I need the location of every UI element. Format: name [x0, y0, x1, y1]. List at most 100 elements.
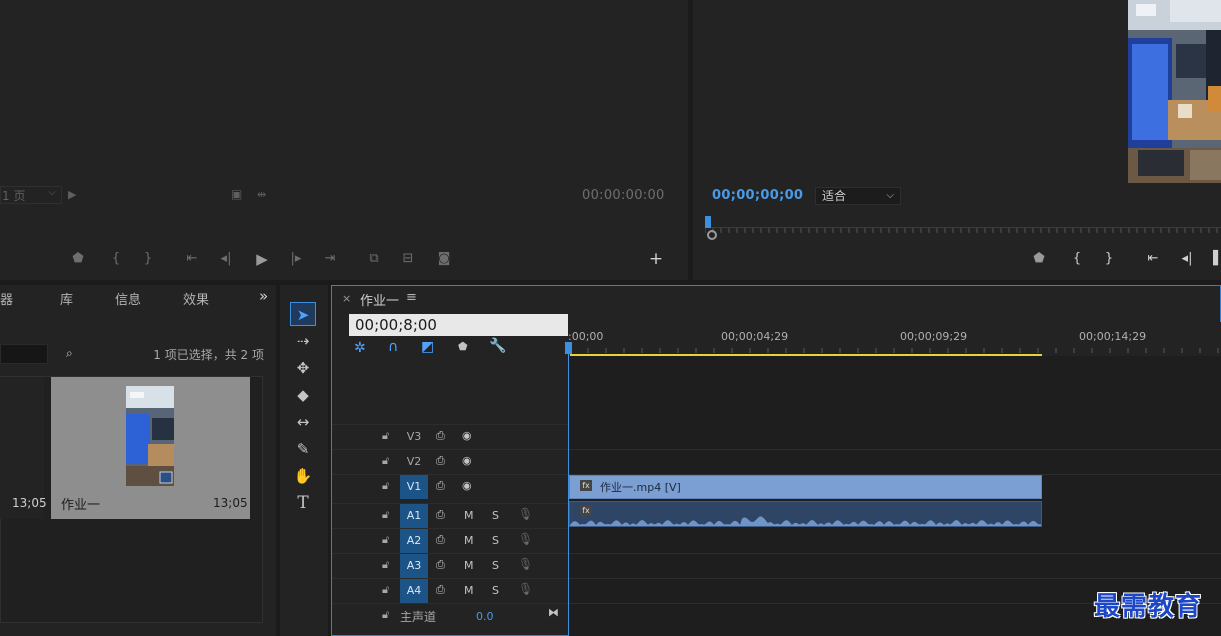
go-to-edit-point-icon[interactable]: ⧓ [548, 606, 559, 619]
mark-in-icon[interactable]: { [106, 250, 126, 268]
add-marker-icon[interactable]: ⬟ [458, 340, 468, 353]
track-header-v1: 🔓︎ V1 ⎙ ◉ [332, 474, 568, 499]
lock-icon[interactable]: 🔓︎ [382, 429, 389, 443]
mic-icon[interactable]: 🎙︎ [518, 532, 533, 546]
pen-tool-icon[interactable]: ✎ [290, 437, 316, 461]
mark-out-icon[interactable]: } [1099, 250, 1119, 268]
program-timecode[interactable]: 00;00;00;00 [712, 188, 803, 203]
zoom-scrollbar-handle[interactable] [707, 230, 717, 240]
solo-button[interactable]: S [492, 559, 499, 572]
zoom-fit-select[interactable]: 适合 ⌵ [815, 187, 901, 205]
export-frame-small-icon[interactable]: ▣ [231, 187, 242, 201]
lock-icon[interactable]: 🔓︎ [382, 454, 389, 468]
project-item[interactable]: 13;05 [0, 377, 47, 519]
step-back-icon[interactable]: ◂| [216, 250, 236, 268]
project-item-selected[interactable]: 作业一 13;05 [51, 377, 250, 519]
insert-icon[interactable]: ⧉ [364, 250, 384, 268]
selection-info: 1 项已选择，共 2 项 [153, 348, 264, 362]
find-icon[interactable]: ⌕ [66, 346, 73, 361]
sync-lock-icon[interactable]: ⎙ [436, 583, 445, 597]
project-search-input[interactable] [0, 344, 48, 364]
track-select-tool-icon[interactable]: ⇢ [290, 329, 316, 353]
close-icon[interactable]: × [342, 292, 351, 305]
lock-icon[interactable]: 🔓︎ [382, 508, 389, 522]
panel-overflow-icon[interactable]: » [259, 287, 268, 305]
track-name[interactable]: V1 [400, 475, 428, 499]
solo-button[interactable]: S [492, 509, 499, 522]
play-icon[interactable]: ▐ [1205, 250, 1221, 268]
track-name[interactable]: A3 [400, 554, 428, 578]
play-small-icon[interactable]: ▶ [68, 188, 76, 201]
video-clip[interactable]: fx 作业一.mp4 [V] [569, 475, 1042, 499]
mute-button[interactable]: M [464, 584, 474, 597]
linked-selection-icon[interactable]: ◩ [421, 339, 434, 355]
track-name[interactable]: A1 [400, 504, 428, 528]
sync-lock-icon[interactable]: ⎙ [436, 558, 445, 572]
audio-clip[interactable]: fx [569, 501, 1042, 527]
program-playhead[interactable] [705, 216, 711, 228]
lock-icon[interactable]: 🔓︎ [382, 608, 389, 622]
track-name[interactable]: V3 [400, 425, 428, 449]
type-tool-icon[interactable]: T [290, 491, 316, 515]
hand-tool-icon[interactable]: ✋ [290, 464, 316, 488]
eye-icon[interactable]: ◉ [462, 479, 472, 492]
overwrite-icon[interactable]: ⊟ [398, 250, 418, 268]
tab-effects[interactable]: 效果 [183, 289, 209, 308]
eye-icon[interactable]: ◉ [462, 429, 472, 442]
razor-tool-icon[interactable]: ◆ [290, 383, 316, 407]
playhead-line [568, 346, 569, 636]
mute-button[interactable]: M [464, 509, 474, 522]
sync-lock-icon[interactable]: ⎙ [436, 454, 445, 468]
page-selector-value: 1 页 [2, 189, 26, 203]
play-icon[interactable]: ▶ [252, 250, 272, 268]
master-volume-value[interactable]: 0.0 [476, 610, 494, 623]
solo-button[interactable]: S [492, 584, 499, 597]
go-to-out-icon[interactable]: ⇥ [320, 250, 340, 268]
wrench-icon[interactable]: 🔧 [489, 338, 506, 354]
mic-icon[interactable]: 🎙︎ [518, 507, 533, 521]
drag-video-icon[interactable]: ⇹ [257, 188, 266, 201]
mark-in-icon[interactable]: { [1067, 250, 1087, 268]
track-name[interactable]: A4 [400, 579, 428, 603]
sequence-tab[interactable]: 作业一 [360, 290, 399, 309]
sync-lock-icon[interactable]: ⎙ [436, 429, 445, 443]
mic-icon[interactable]: 🎙︎ [518, 582, 533, 596]
solo-button[interactable]: S [492, 534, 499, 547]
source-timecode: 00:00:00:00 [582, 188, 665, 203]
snap-magnet-icon[interactable]: ∩ [388, 339, 398, 355]
ripple-edit-tool-icon[interactable]: ✥ [290, 356, 316, 380]
step-forward-icon[interactable]: |▸ [286, 250, 306, 268]
nest-icon[interactable]: ✲ [354, 340, 366, 356]
mute-button[interactable]: M [464, 534, 474, 547]
timeline-playhead[interactable] [565, 342, 572, 354]
mark-out-icon[interactable]: } [138, 250, 158, 268]
timeline-timecode-input[interactable]: 00;00;8;00 [349, 314, 568, 336]
tab-libraries[interactable]: 库 [60, 289, 73, 308]
add-marker-icon[interactable]: ⬟ [68, 250, 88, 268]
track-name[interactable]: V2 [400, 450, 428, 474]
mic-icon[interactable]: 🎙︎ [518, 557, 533, 571]
sync-lock-icon[interactable]: ⎙ [436, 533, 445, 547]
lock-icon[interactable]: 🔓︎ [382, 583, 389, 597]
go-to-in-icon[interactable]: ⇤ [182, 250, 202, 268]
track-name[interactable]: A2 [400, 529, 428, 553]
lock-icon[interactable]: 🔓︎ [382, 558, 389, 572]
lock-icon[interactable]: 🔓︎ [382, 533, 389, 547]
tab-info[interactable]: 信息 [115, 289, 141, 308]
program-time-ruler[interactable] [704, 222, 1221, 233]
panel-menu-icon[interactable]: ≡ [406, 290, 417, 305]
add-marker-icon[interactable]: ⬟ [1029, 250, 1049, 268]
selection-tool-icon[interactable]: ➤ [290, 302, 316, 326]
go-to-in-icon[interactable]: ⇤ [1143, 250, 1163, 268]
sync-lock-icon[interactable]: ⎙ [436, 479, 445, 493]
lock-icon[interactable]: 🔓︎ [382, 479, 389, 493]
camera-icon[interactable]: ◙ [434, 250, 454, 268]
add-button-icon[interactable]: + [646, 250, 666, 268]
tab-media-browser[interactable]: 器 [0, 289, 13, 308]
sync-lock-icon[interactable]: ⎙ [436, 508, 445, 522]
step-back-icon[interactable]: ◂| [1177, 250, 1197, 268]
eye-icon[interactable]: ◉ [462, 454, 472, 467]
page-selector[interactable]: 1 页 ⌵ [0, 186, 62, 204]
mute-button[interactable]: M [464, 559, 474, 572]
slip-tool-icon[interactable]: ↔ [290, 410, 316, 434]
